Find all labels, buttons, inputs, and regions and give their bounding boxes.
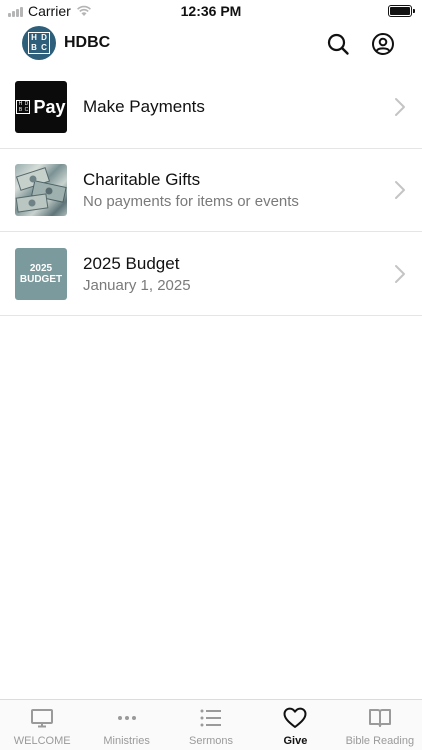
list-icon	[198, 707, 224, 729]
list-item-title: Make Payments	[83, 97, 205, 116]
tab-label: WELCOME	[13, 735, 71, 747]
give-list: HD BC Pay Make Payments Charitable Gifts	[0, 66, 422, 316]
tab-bible-reading[interactable]: Bible Reading	[338, 700, 422, 750]
tab-sermons[interactable]: Sermons	[169, 700, 253, 750]
battery-icon	[388, 5, 415, 17]
status-time: 12:36 PM	[180, 3, 242, 19]
budget-thumb-year: 2025	[29, 262, 53, 274]
more-dots-icon	[114, 707, 140, 729]
list-item-subtitle: No payments for items or events	[83, 193, 299, 210]
tab-ministries[interactable]: Ministries	[84, 700, 168, 750]
money-image	[15, 167, 67, 213]
tab-give[interactable]: Give	[253, 700, 337, 750]
status-bar: Carrier 12:36 PM	[0, 0, 422, 22]
list-item-title: 2025 Budget	[83, 253, 180, 273]
tab-label: Ministries	[103, 735, 150, 747]
budget-thumb-word: BUDGET	[19, 273, 63, 285]
list-item-text: Charitable Gifts No payments for items o…	[83, 170, 299, 210]
app-title: HDBC	[64, 34, 111, 51]
list-item-text: 2025 Budget January 1, 2025	[83, 254, 191, 294]
budget-thumbnail: 2025 BUDGET	[15, 247, 67, 300]
tab-label: Bible Reading	[345, 735, 415, 747]
list-item-2025-budget[interactable]: 2025 BUDGET 2025 Budget January 1, 2025	[0, 232, 422, 316]
account-button[interactable]	[369, 30, 397, 58]
logo-mark: H D B C	[28, 32, 50, 54]
tab-welcome[interactable]: WELCOME	[0, 700, 84, 750]
app-header: H D B C HDBC	[0, 24, 422, 64]
tab-bar: WELCOME Ministries Sermons Give Bible Re…	[0, 699, 422, 750]
charitable-gifts-thumbnail	[15, 164, 67, 216]
app-logo: H D B C	[22, 26, 56, 60]
list-item-charitable-gifts[interactable]: Charitable Gifts No payments for items o…	[0, 149, 422, 232]
pay-logo-mark: HD BC	[16, 100, 31, 114]
tab-label: Give	[283, 735, 308, 747]
monitor-icon	[29, 707, 55, 729]
make-payments-thumbnail: HD BC Pay	[15, 81, 67, 133]
search-icon	[327, 33, 349, 55]
chevron-right-icon	[395, 98, 405, 116]
account-icon	[372, 33, 394, 55]
pay-word: Pay	[33, 96, 66, 117]
list-item-subtitle: January 1, 2025	[83, 276, 191, 294]
search-button[interactable]	[324, 30, 352, 58]
chevron-right-icon	[395, 181, 405, 199]
tab-label: Sermons	[189, 735, 234, 747]
list-item-text: Make Payments	[83, 97, 205, 117]
list-item-title: Charitable Gifts	[83, 170, 201, 189]
book-icon	[367, 707, 393, 729]
chevron-right-icon	[395, 264, 405, 283]
heart-icon	[282, 707, 308, 729]
list-item-make-payments[interactable]: HD BC Pay Make Payments	[0, 66, 422, 149]
